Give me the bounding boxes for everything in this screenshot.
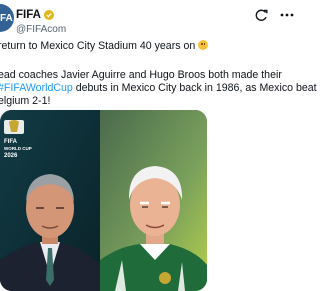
tweet-text-line-2: ead coaches Javier Aguirre and Hugo Broo…	[0, 69, 282, 81]
tweet-text-line-3: debuts in Mexico City back in 1986, as M…	[72, 82, 317, 94]
author-name-row[interactable]: FIFA	[16, 9, 54, 21]
hashtag-text[interactable]: FIFAWorldCup	[4, 82, 73, 94]
avatar[interactable]: IFA	[0, 4, 14, 32]
hashtag-link[interactable]: #FIFAWorldCup	[0, 82, 73, 94]
more-icon[interactable]	[280, 8, 294, 22]
tweet-media-image[interactable]: FIFA WORLD CUP 2026	[0, 110, 207, 291]
tweet-text: return to Mexico City Stadium 40 years o…	[0, 40, 317, 108]
author-handle[interactable]: @FIFAcom	[16, 24, 66, 35]
author-name[interactable]: FIFA	[16, 9, 41, 21]
grok-icon[interactable]	[254, 8, 268, 22]
top-actions	[254, 8, 294, 22]
smiling-face-icon	[198, 40, 209, 50]
tweet-text-line-4: elgium 2-1!	[0, 95, 51, 107]
logo-text-2: WORLD CUP	[4, 146, 32, 151]
logo-text-1: FIFA	[4, 139, 18, 145]
avatar-text: IFA	[0, 12, 13, 24]
tweet-text-line-1: return to Mexico City Stadium 40 years o…	[0, 40, 196, 52]
media-illustration: FIFA WORLD CUP 2026	[0, 110, 207, 291]
verified-badge-icon	[43, 10, 54, 20]
logo-text-3: 2026	[4, 153, 18, 159]
